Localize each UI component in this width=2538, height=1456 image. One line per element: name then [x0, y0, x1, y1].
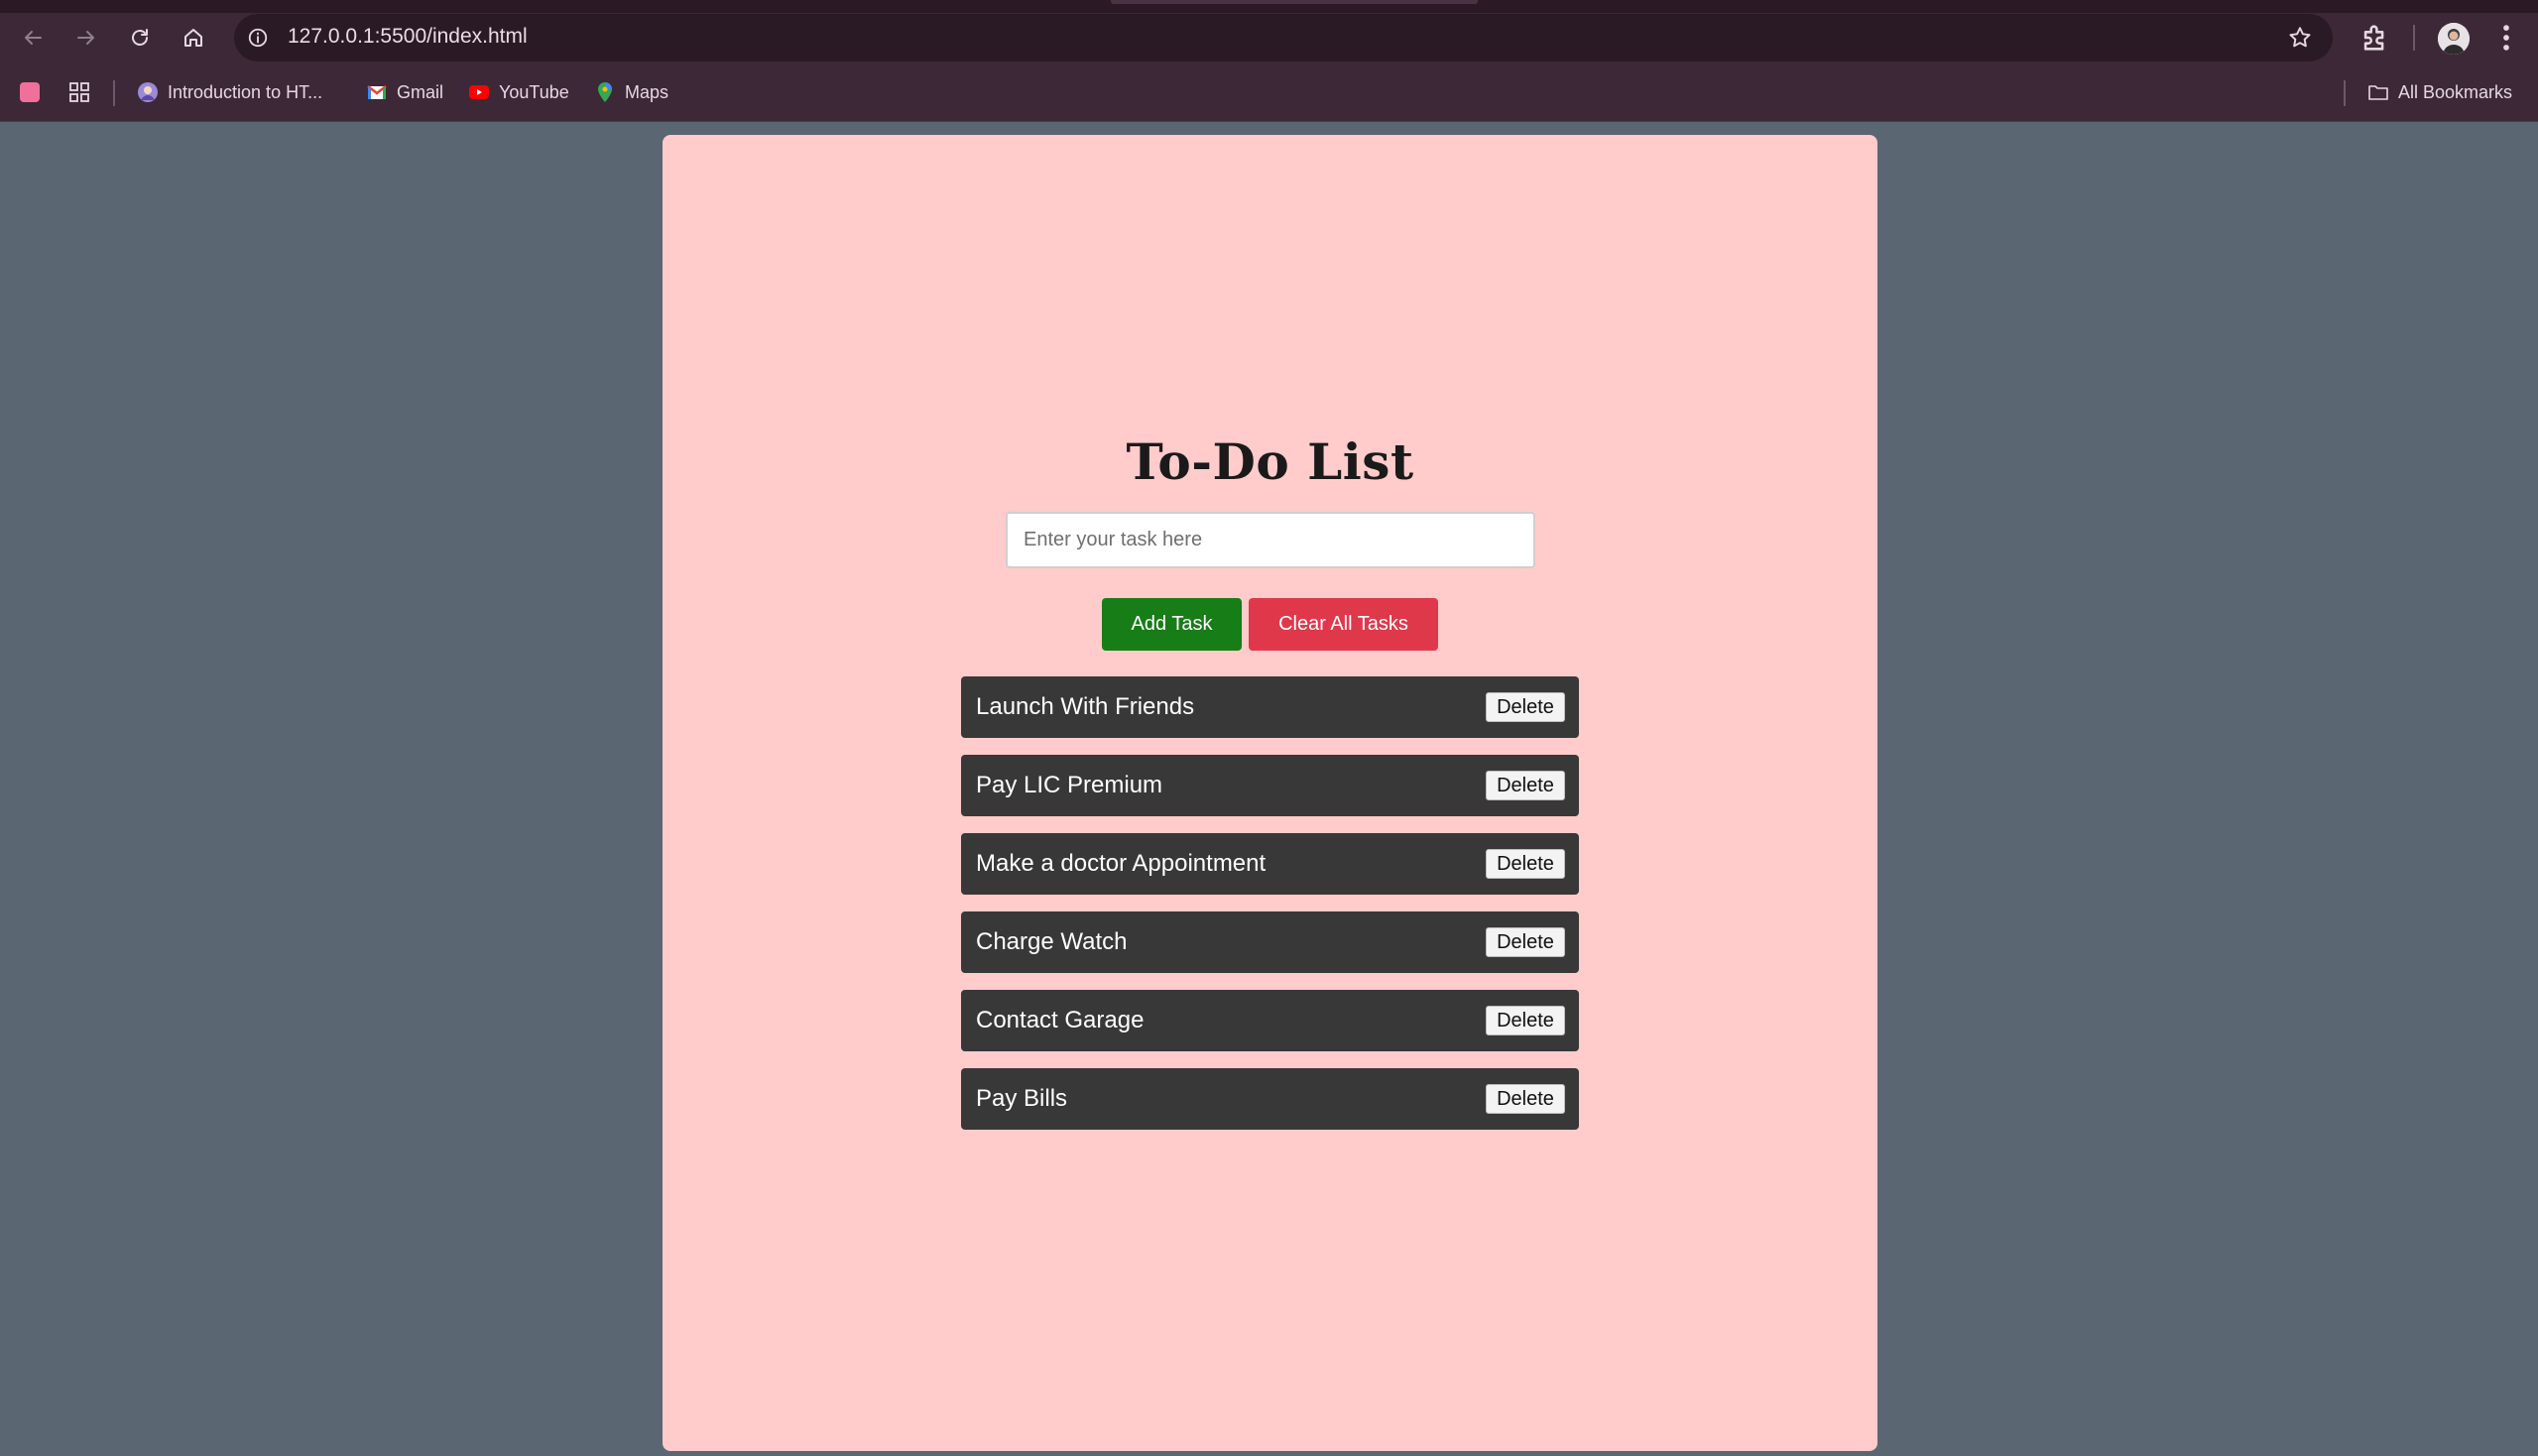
home-button[interactable]	[177, 21, 210, 55]
delete-task-button[interactable]: Delete	[1486, 1006, 1565, 1035]
pink-square-icon[interactable]	[20, 79, 40, 105]
task-text: Launch With Friends	[976, 693, 1195, 720]
add-task-button[interactable]: Add Task	[1102, 598, 1242, 651]
bookmark-maps[interactable]: Maps	[594, 79, 668, 105]
bookmarks-divider	[2344, 80, 2346, 106]
delete-task-button[interactable]: Delete	[1486, 927, 1565, 957]
more-menu-icon[interactable]	[2489, 21, 2523, 55]
globe-avatar-icon	[137, 81, 159, 103]
task-item: Pay LIC Premium Delete	[961, 755, 1579, 816]
bookmark-label: Maps	[625, 81, 669, 102]
bookmark-youtube[interactable]: YouTube	[468, 79, 569, 105]
active-tab-indicator	[1111, 0, 1478, 4]
delete-task-button[interactable]: Delete	[1486, 849, 1565, 879]
gmail-icon	[366, 81, 388, 103]
tab-strip	[0, 0, 2538, 13]
bookmark-star-icon[interactable]	[2287, 25, 2313, 51]
task-text: Pay LIC Premium	[976, 772, 1163, 798]
task-item: Launch With Friends Delete	[961, 676, 1579, 738]
delete-task-button[interactable]: Delete	[1486, 692, 1565, 722]
delete-task-button[interactable]: Delete	[1486, 1084, 1565, 1114]
toolbar-divider	[2413, 25, 2415, 51]
arrow-right-icon	[77, 31, 94, 45]
all-bookmarks-button[interactable]: All Bookmarks	[2367, 79, 2512, 105]
task-item: Contact Garage Delete	[961, 990, 1579, 1051]
bookmark-label: Introduction to HT...	[168, 81, 323, 102]
todo-container: To-Do List Add Task Clear All Tasks Laun…	[663, 135, 1877, 1451]
url-text[interactable]: 127.0.0.1:5500/index.html	[288, 25, 528, 49]
forward-button[interactable]	[69, 21, 103, 55]
task-item: Charge Watch Delete	[961, 911, 1579, 973]
bookmark-introduction[interactable]: Introduction to HT...	[137, 79, 322, 105]
reload-icon	[132, 29, 148, 46]
task-text: Make a doctor Appointment	[976, 850, 1267, 877]
bookmark-gmail[interactable]: Gmail	[366, 79, 443, 105]
bookmark-label: YouTube	[499, 81, 569, 102]
bookmarks-divider	[113, 80, 115, 106]
home-icon	[184, 29, 202, 47]
clear-all-tasks-button[interactable]: Clear All Tasks	[1249, 598, 1438, 651]
task-item: Pay Bills Delete	[961, 1068, 1579, 1130]
all-bookmarks-label: All Bookmarks	[2398, 81, 2513, 102]
browser-toolbar: 127.0.0.1:5500/index.html	[0, 13, 2538, 62]
folder-icon	[2367, 81, 2389, 103]
back-button[interactable]	[16, 21, 50, 55]
bookmarks-bar: Introduction to HT... Gmail YouTube Maps…	[0, 62, 2538, 122]
task-input[interactable]	[1006, 512, 1535, 568]
extensions-icon[interactable]	[2358, 21, 2392, 55]
task-text: Pay Bills	[976, 1085, 1068, 1112]
page-title: To-Do List	[1126, 432, 1414, 491]
address-bar[interactable]: 127.0.0.1:5500/index.html	[234, 14, 2333, 61]
bookmark-label: Gmail	[397, 81, 444, 102]
delete-task-button[interactable]: Delete	[1486, 771, 1565, 800]
profile-avatar[interactable]	[2438, 23, 2470, 55]
task-text: Contact Garage	[976, 1007, 1145, 1033]
site-info-icon[interactable]	[246, 26, 270, 50]
task-list: Launch With Friends Delete Pay LIC Premi…	[961, 676, 1579, 1147]
apps-grid-icon[interactable]	[67, 79, 91, 105]
youtube-icon	[468, 81, 490, 103]
maps-icon	[594, 81, 616, 103]
task-text: Charge Watch	[976, 928, 1128, 955]
task-item: Make a doctor Appointment Delete	[961, 833, 1579, 895]
arrow-left-icon	[25, 31, 42, 45]
reload-button[interactable]	[123, 21, 157, 55]
